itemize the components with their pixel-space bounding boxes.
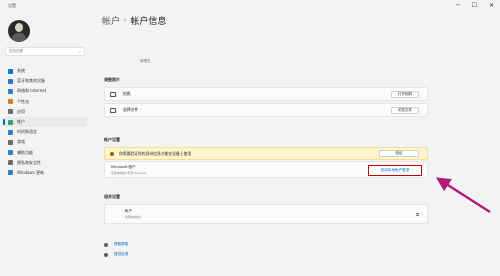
sidebar-item-icon <box>8 88 13 94</box>
page-title: 帐户信息 <box>130 17 167 27</box>
sidebar-nav: 系统蓝牙和其他设备 网络和 Internet 个性化应用帐户时间和语言游戏辅助功能隐… <box>0 66 90 178</box>
camera-icon <box>110 91 116 97</box>
search-input[interactable]: 查找设置 ⌕ <box>5 47 85 56</box>
browse-files-button[interactable]: 浏览文件 <box>391 106 419 114</box>
microsoft-account-row: Microsoft 帐户 使用本地帐户登录 Windows 改用本地帐户登录 <box>104 161 428 178</box>
related-accounts-title: 帐户 <box>125 209 133 213</box>
app-title: 设置 <box>8 3 16 8</box>
section-adjust-photo: 调整照片 <box>104 77 120 82</box>
section-related-settings: 相关设置 <box>104 194 120 199</box>
take-photo-row: 拍照 打开相机 <box>104 87 428 101</box>
sidebar-item-icon <box>8 139 13 145</box>
sidebar-item-label: 时间和语言 <box>17 129 37 135</box>
sidebar-item-label: 网络和 Internet <box>17 88 47 94</box>
main-content: 帐户 › 帐户信息 管理员 调整照片 拍照 打开相机 选择文件 浏览文件 帐户设… <box>100 14 500 276</box>
sidebar-item-icon <box>8 170 13 176</box>
sidebar-item-icon <box>8 129 13 135</box>
minimize-icon[interactable]: ─ <box>456 2 460 9</box>
sidebar-item-0[interactable]: 系统 <box>0 66 90 76</box>
sidebar-item-label: Windows 更新 <box>17 169 45 175</box>
folder-icon <box>110 107 116 113</box>
open-camera-button[interactable]: 打开相机 <box>391 90 419 98</box>
sidebar-item-label: 辅助功能 <box>17 149 33 155</box>
switch-to-local-account-button[interactable]: 改用本地帐户登录 <box>368 165 422 176</box>
sidebar-item-10[interactable]: Windows 更新 <box>0 168 90 178</box>
feedback-link[interactable]: 提供反馈 <box>104 252 128 257</box>
breadcrumb: 帐户 › 帐户信息 <box>102 14 166 27</box>
search-icon: ⌕ <box>79 49 81 54</box>
sidebar-item-label: 个性化 <box>17 98 29 104</box>
sidebar-item-icon <box>8 99 13 105</box>
breadcrumb-accounts[interactable]: 帐户 <box>102 14 120 27</box>
sidebar-item-icon <box>8 78 13 84</box>
section-account-settings: 帐户设置 <box>104 137 120 142</box>
sidebar-item-label: 隐私和安全性 <box>17 159 41 165</box>
choose-file-label: 选择文件 <box>123 107 139 112</box>
sidebar-item-1[interactable]: 蓝牙和其他设备 <box>0 76 90 86</box>
get-help-label: 获取帮助 <box>114 242 129 246</box>
sidebar-item-icon <box>8 68 13 74</box>
feedback-icon <box>104 252 108 257</box>
sidebar-item-9[interactable]: 隐私和安全性 <box>0 158 90 168</box>
sidebar-item-icon <box>8 160 13 166</box>
sidebar-item-label: 游戏 <box>17 139 25 145</box>
sidebar-item-icon <box>8 150 13 156</box>
sidebar-item-icon <box>8 119 13 125</box>
close-icon[interactable]: ✕ <box>489 2 494 9</box>
choose-file-row: 选择文件 浏览文件 <box>104 103 428 117</box>
help-icon <box>104 242 108 247</box>
feedback-label: 提供反馈 <box>114 252 129 256</box>
sidebar-item-label: 应用 <box>17 108 25 114</box>
sidebar-item-3[interactable]: 个性化 <box>0 97 90 107</box>
related-accounts-row[interactable]: 帐户 管理你的帐户 ⧉ <box>104 204 428 224</box>
external-link-icon: ⧉ <box>416 211 419 217</box>
sidebar-item-label: 蓝牙和其他设备 <box>17 78 45 84</box>
get-help-link[interactable]: 获取帮助 <box>104 242 128 247</box>
window-controls: ─ ☐ ✕ <box>456 2 494 9</box>
sidebar-item-4[interactable]: 应用 <box>0 107 90 117</box>
sidebar-item-label: 系统 <box>17 68 25 74</box>
verify-button[interactable]: 验证 <box>379 150 419 157</box>
sidebar-item-label: 帐户 <box>17 119 25 125</box>
take-photo-label: 拍照 <box>123 91 131 96</box>
sidebar-item-8[interactable]: 辅助功能 <box>0 148 90 158</box>
verify-warning-text: 你需要验证你的身份信息才能在设备上使用 <box>119 150 192 156</box>
sidebar-item-5[interactable]: 帐户 <box>3 116 87 128</box>
related-accounts-subtitle: 管理你的帐户 <box>125 215 142 219</box>
breadcrumb-separator: › <box>124 17 127 24</box>
avatar <box>8 20 30 42</box>
sidebar-item-icon <box>8 109 13 115</box>
title-bar: 设置 ─ ☐ ✕ <box>0 0 500 14</box>
warning-icon <box>110 151 114 156</box>
sidebar-item-7[interactable]: 游戏 <box>0 137 90 147</box>
maximize-icon[interactable]: ☐ <box>472 2 477 9</box>
sidebar-item-6[interactable]: 时间和语言 <box>0 127 90 137</box>
microsoft-account-subtitle: 使用本地帐户登录 Windows <box>111 170 147 175</box>
sidebar-item-2[interactable]: 网络和 Internet <box>0 86 90 96</box>
verify-warning: 你需要验证你的身份信息才能在设备上使用 验证 <box>104 147 428 160</box>
microsoft-account-title: Microsoft 帐户 <box>111 164 136 169</box>
sidebar: 查找设置 ⌕ 系统蓝牙和其他设备 网络和 Internet 个性化应用帐户时间和语言… <box>0 14 90 276</box>
account-role: 管理员 <box>140 59 151 63</box>
search-placeholder: 查找设置 <box>9 49 23 53</box>
